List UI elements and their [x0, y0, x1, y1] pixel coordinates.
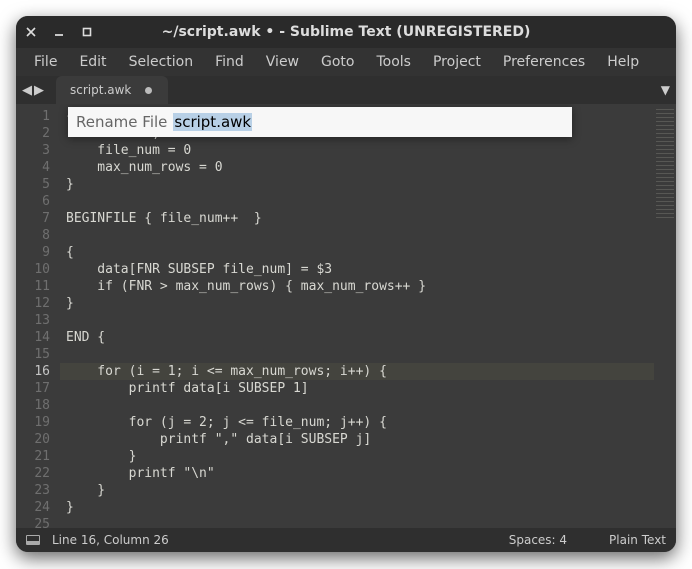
line-number: 9	[20, 244, 50, 261]
menu-edit[interactable]: Edit	[69, 51, 116, 73]
code-line[interactable]: {	[60, 244, 654, 261]
line-number: 1	[20, 108, 50, 125]
status-syntax[interactable]: Plain Text	[609, 533, 666, 547]
tab-label: script.awk	[70, 83, 131, 97]
statusbar: Line 16, Column 26 Spaces: 4 Plain Text	[16, 528, 676, 552]
dirty-indicator-icon	[145, 87, 152, 94]
line-number: 17	[20, 380, 50, 397]
code-line[interactable]: END {	[60, 329, 654, 346]
line-number: 12	[20, 295, 50, 312]
code-line[interactable]: }	[60, 295, 654, 312]
line-number: 20	[20, 431, 50, 448]
code-line[interactable]: for (i = 1; i <= max_num_rows; i++) {	[60, 363, 654, 380]
window-controls	[26, 27, 136, 37]
code-line[interactable]	[60, 516, 654, 528]
code-line[interactable]	[60, 227, 654, 244]
menu-goto[interactable]: Goto	[311, 51, 364, 73]
line-number: 2	[20, 125, 50, 142]
code-line[interactable]: printf "\n"	[60, 465, 654, 482]
minimize-icon[interactable]	[54, 27, 64, 37]
line-number: 22	[20, 465, 50, 482]
status-indent[interactable]: Spaces: 4	[509, 533, 567, 547]
line-number: 5	[20, 176, 50, 193]
menu-view[interactable]: View	[256, 51, 309, 73]
code-line[interactable]: printf "," data[i SUBSEP j]	[60, 431, 654, 448]
line-number: 10	[20, 261, 50, 278]
line-number: 3	[20, 142, 50, 159]
tabbar: ◀ ▶ script.awk ▼	[16, 76, 676, 104]
line-number: 25	[20, 516, 50, 528]
code-line[interactable]: }	[60, 448, 654, 465]
line-number: 23	[20, 482, 50, 499]
code-line[interactable]: data[FNR SUBSEP file_num] = $3	[60, 261, 654, 278]
line-number: 8	[20, 227, 50, 244]
code-line[interactable]	[60, 397, 654, 414]
panel-toggle-icon[interactable]	[26, 535, 40, 545]
status-position[interactable]: Line 16, Column 26	[52, 533, 169, 547]
minimap[interactable]	[654, 104, 676, 528]
line-number: 19	[20, 414, 50, 431]
line-number: 11	[20, 278, 50, 295]
code-line[interactable]	[60, 312, 654, 329]
menu-selection[interactable]: Selection	[119, 51, 204, 73]
menubar: FileEditSelectionFindViewGotoToolsProjec…	[16, 48, 676, 76]
code-line[interactable]	[60, 193, 654, 210]
line-number: 18	[20, 397, 50, 414]
line-number: 4	[20, 159, 50, 176]
close-icon[interactable]	[26, 27, 36, 37]
code-line[interactable]: }	[60, 482, 654, 499]
rename-label: Rename File	[76, 113, 167, 131]
minimap-preview	[656, 108, 674, 218]
rename-input[interactable]: script.awk	[173, 113, 252, 131]
menu-help[interactable]: Help	[597, 51, 649, 73]
code-area[interactable]: { OFS = "," file_num = 0 max_num_rows = …	[60, 104, 654, 528]
code-line[interactable]: file_num = 0	[60, 142, 654, 159]
nav-back-icon[interactable]: ◀	[22, 83, 32, 98]
code-line[interactable]: for (j = 2; j <= file_num; j++) {	[60, 414, 654, 431]
menu-tools[interactable]: Tools	[366, 51, 421, 73]
menu-preferences[interactable]: Preferences	[493, 51, 595, 73]
tab-script-awk[interactable]: script.awk	[56, 76, 168, 104]
line-number: 14	[20, 329, 50, 346]
code-line[interactable]	[60, 346, 654, 363]
menu-project[interactable]: Project	[423, 51, 491, 73]
code-line[interactable]: }	[60, 176, 654, 193]
code-line[interactable]: max_num_rows = 0	[60, 159, 654, 176]
tab-history-nav: ◀ ▶	[16, 76, 50, 104]
line-number: 7	[20, 210, 50, 227]
line-number: 16	[20, 363, 50, 380]
tab-overflow-icon[interactable]: ▼	[661, 76, 670, 104]
line-number: 13	[20, 312, 50, 329]
code-line[interactable]: BEGINFILE { file_num++ }	[60, 210, 654, 227]
line-number-gutter: 1234567891011121314151617181920212223242…	[16, 104, 60, 528]
titlebar: ~/script.awk • - Sublime Text (UNREGISTE…	[16, 16, 676, 48]
code-line[interactable]: }	[60, 499, 654, 516]
app-window: ~/script.awk • - Sublime Text (UNREGISTE…	[16, 16, 676, 552]
code-line[interactable]: printf data[i SUBSEP 1]	[60, 380, 654, 397]
line-number: 21	[20, 448, 50, 465]
window-title: ~/script.awk • - Sublime Text (UNREGISTE…	[136, 24, 556, 40]
editor: 1234567891011121314151617181920212223242…	[16, 104, 676, 528]
code-line[interactable]: if (FNR > max_num_rows) { max_num_rows++…	[60, 278, 654, 295]
line-number: 24	[20, 499, 50, 516]
line-number: 6	[20, 193, 50, 210]
menu-file[interactable]: File	[24, 51, 67, 73]
maximize-icon[interactable]	[82, 27, 92, 37]
nav-forward-icon[interactable]: ▶	[34, 83, 44, 98]
rename-file-prompt: Rename File script.awk	[68, 107, 572, 137]
line-number: 15	[20, 346, 50, 363]
menu-find[interactable]: Find	[205, 51, 254, 73]
